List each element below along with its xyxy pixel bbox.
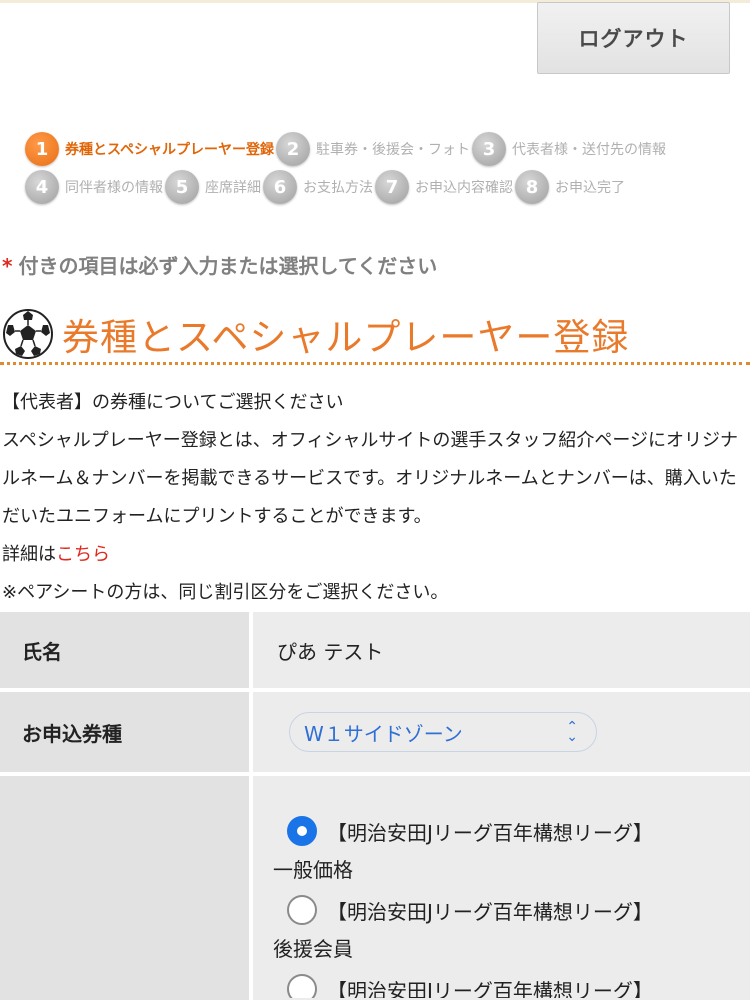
ticket-type-select[interactable]: W１サイドゾーン ⌃ ⌄ [289,712,597,752]
detail-link[interactable]: こちら [56,544,110,565]
required-fields-note: * 付きの項目は必ず入力または選択してください [2,250,437,279]
discount-option[interactable]: 【明治安田Jリーグ百年構想リーグ】 後援会員 [273,895,707,962]
radio-unchecked-icon[interactable] [287,895,317,925]
step-number-badge: 5 [165,170,199,204]
discount-option-line: 【明治安田Jリーグ百年構想リーグ】 [287,974,707,998]
step-number-badge: 8 [515,170,549,204]
logout-button[interactable]: ログアウト [537,2,730,74]
step-number-badge: 3 [472,132,507,166]
description-line-1: 【代表者】の券種についてご選択ください [2,392,344,413]
discount-option-text: 【明治安田Jリーグ百年構想リーグ】 [327,978,653,999]
step-number-badge: 2 [276,132,311,166]
discount-row: 【明治安田Jリーグ百年構想リーグ】 一般価格 【明治安田Jリーグ百年構想リーグ】… [0,776,750,1000]
step-label: お申込完了 [555,180,625,196]
select-updown-icon: ⌃ ⌄ [566,719,578,745]
step-label: 券種とスペシャルプレーヤー登録 [65,142,275,158]
ticket-type-row: お申込券種 W１サイドゾーン ⌃ ⌄ [0,692,750,776]
soccer-ball-icon [3,308,53,359]
required-star: * [2,254,13,278]
registration-form-table: 氏名 ぴあ テスト お申込券種 W１サイドゾーン ⌃ ⌄ 【明治安田Jリーグ百年構… [0,612,750,1000]
step-number-badge: 6 [263,170,297,204]
ticket-type-label: お申込券種 [0,692,253,772]
section-heading: 券種とスペシャルプレーヤー登録 [0,305,750,365]
step-label: 代表者様・送付先の情報 [512,142,667,158]
discount-option-text: 【明治安田Jリーグ百年構想リーグ】 [327,820,653,845]
name-row: 氏名 ぴあ テスト [0,612,750,692]
steps-row-2: 4 同伴者様の情報 5 座席詳細 6 お支払方法 7 お申込内容確認 8 お申込… [25,168,745,206]
step-label: 駐車券・後援会・フォト [316,142,471,158]
step-1: 1 券種とスペシャルプレーヤー登録 [25,132,274,166]
step-number-badge: 4 [25,170,59,204]
step-4: 4 同伴者様の情報 [25,170,163,204]
discount-option-line: 【明治安田Jリーグ百年構想リーグ】 [287,895,707,925]
step-number-badge: 1 [25,132,59,166]
pair-seat-note: ※ペアシートの方は、同じ割引区分をご選択ください。 [2,582,449,603]
step-8: 8 お申込完了 [515,170,625,204]
discount-option[interactable]: 【明治安田Jリーグ百年構想リーグ】 一般価格 [273,816,707,883]
step-number-badge: 7 [375,170,409,204]
step-5: 5 座席詳細 [165,170,261,204]
step-3: 3 代表者様・送付先の情報 [472,132,666,166]
description: 【代表者】の券種についてご選択ください スペシャルプレーヤー登録とは、オフィシャ… [2,384,747,612]
discount-option[interactable]: 【明治安田Jリーグ百年構想リーグ】 [287,974,707,998]
progress-steps: 1 券種とスペシャルプレーヤー登録 2 駐車券・後援会・フォト 3 代表者様・送… [25,130,745,206]
step-2: 2 駐車券・後援会・フォト [276,132,470,166]
radio-unchecked-icon[interactable] [287,974,317,998]
discount-option-text: 【明治安田Jリーグ百年構想リーグ】 [327,899,653,924]
discount-options: 【明治安田Jリーグ百年構想リーグ】 一般価格 【明治安田Jリーグ百年構想リーグ】… [253,776,750,1000]
step-7: 7 お申込内容確認 [375,170,513,204]
ticket-type-selected-value: W１サイドゾーン [304,721,463,746]
steps-row-1: 1 券種とスペシャルプレーヤー登録 2 駐車券・後援会・フォト 3 代表者様・送… [25,130,745,168]
required-note-text: 付きの項目は必ず入力または選択してください [18,254,438,278]
radio-checked-icon[interactable] [287,816,317,846]
step-label: 同伴者様の情報 [65,180,163,196]
step-label: 座席詳細 [205,180,261,196]
discount-label [0,776,253,1000]
detail-prefix: 詳細は [2,544,56,565]
discount-option-sub: 一般価格 [273,858,353,882]
discount-option-line: 【明治安田Jリーグ百年構想リーグ】 [287,816,707,846]
name-label: 氏名 [0,612,253,688]
description-paragraph: スペシャルプレーヤー登録とは、オフィシャルサイトの選手スタッフ紹介ページにオリジ… [2,430,739,527]
section-title: 券種とスペシャルプレーヤー登録 [62,315,630,359]
discount-option-sub: 後援会員 [273,937,353,961]
name-value: ぴあ テスト [253,612,750,688]
ticket-type-cell: W１サイドゾーン ⌃ ⌄ [253,692,750,772]
step-6: 6 お支払方法 [263,170,373,204]
detail-line: 詳細はこちら [2,536,747,574]
step-label: お支払方法 [303,180,373,196]
step-label: お申込内容確認 [415,180,513,196]
